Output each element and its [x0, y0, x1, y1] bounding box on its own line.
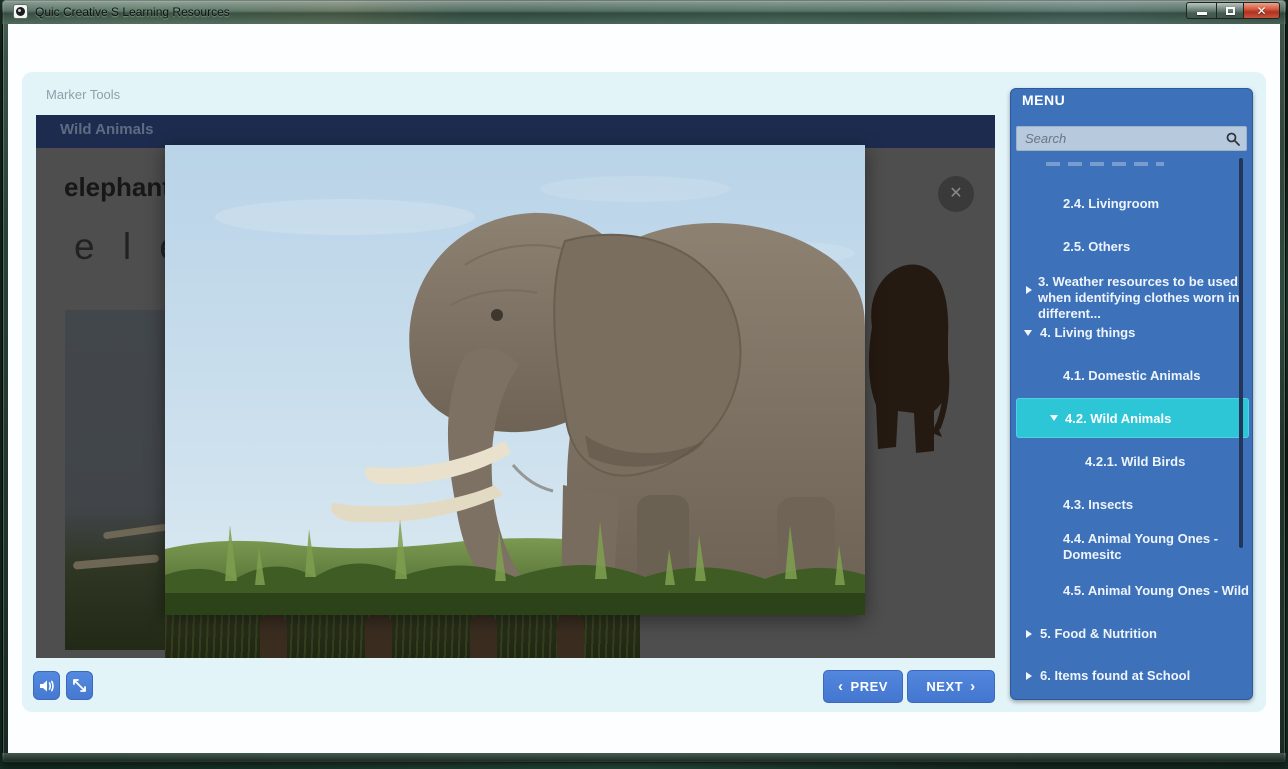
fullscreen-button[interactable]: [66, 671, 93, 700]
minimize-icon: [1197, 12, 1207, 15]
menu-item-livingroom[interactable]: 2.4. Livingroom: [1063, 196, 1159, 212]
menu-panel: [1010, 88, 1253, 700]
maximize-icon: [1226, 7, 1235, 15]
search-input[interactable]: [1023, 130, 1226, 147]
menu-item-others[interactable]: 2.5. Others: [1063, 239, 1130, 255]
menu-item-wild-birds[interactable]: 4.2.1. Wild Birds: [1085, 454, 1185, 470]
chevron-down-icon: [1024, 330, 1032, 336]
menu-scrollbar-thumb[interactable]: [1239, 158, 1243, 548]
prev-button[interactable]: ‹ PREV: [823, 670, 903, 703]
content-header-title: Wild Animals: [60, 121, 154, 138]
window-title: Quic Creative S Learning Resources: [35, 5, 230, 19]
elephant-photo-modal: [165, 145, 865, 615]
elephant-leg-shape: [365, 615, 392, 658]
marker-tools-label: Marker Tools: [46, 87, 120, 102]
tusk-shape: [103, 524, 167, 540]
content-header: [36, 115, 995, 148]
tusk-shape: [73, 554, 159, 569]
menu-item-partial[interactable]: [1046, 162, 1164, 166]
menu-item-insects[interactable]: 4.3. Insects: [1063, 497, 1133, 513]
close-icon: ✕: [949, 186, 962, 202]
window-titlebar[interactable]: Quic Creative S Learning Resources ✕: [2, 0, 1286, 24]
speaker-icon: [39, 679, 55, 693]
menu-item-living-things[interactable]: 4. Living things: [1040, 325, 1135, 341]
chevron-right-icon: [1026, 630, 1032, 638]
menu-item-items-school[interactable]: 6. Items found at School: [1040, 668, 1190, 684]
search-box[interactable]: [1016, 126, 1247, 151]
maximize-button[interactable]: [1216, 2, 1244, 19]
elephant-leg-shape: [260, 615, 287, 658]
close-window-button[interactable]: ✕: [1244, 2, 1280, 19]
app-icon: [13, 4, 28, 19]
menu-title: MENU: [1022, 92, 1065, 108]
menu-item-young-ones-wild[interactable]: 4.5. Animal Young Ones - Wild: [1063, 583, 1249, 599]
menu-item-domestic-animals[interactable]: 4.1. Domestic Animals: [1063, 368, 1201, 384]
menu-item-food-nutrition[interactable]: 5. Food & Nutrition: [1040, 626, 1157, 642]
window-bottom-border: [2, 753, 1286, 763]
modal-close-button[interactable]: ✕: [938, 176, 974, 212]
menu-item-young-ones-domestic[interactable]: 4.4. Animal Young Ones - Domesitc: [1063, 531, 1241, 563]
window-controls: ✕: [1186, 2, 1280, 19]
next-label: NEXT: [926, 679, 963, 694]
audio-button[interactable]: [33, 671, 60, 700]
next-button[interactable]: NEXT ›: [907, 670, 995, 703]
elephant-leg-shape: [557, 615, 584, 658]
minimize-button[interactable]: [1186, 2, 1216, 19]
menu-item-wild-animals-selected[interactable]: 4.2. Wild Animals: [1016, 398, 1249, 438]
chevron-left-icon: ‹: [838, 678, 844, 695]
close-window-icon: ✕: [1256, 5, 1266, 17]
desktop: Quic Creative S Learning Resources ✕ Mar…: [0, 0, 1288, 769]
chevron-right-icon: [1026, 672, 1032, 680]
menu-item-weather[interactable]: 3. Weather resources to be used when ide…: [1038, 274, 1246, 322]
elephant-leg-shape: [470, 615, 497, 658]
chevron-right-icon: ›: [970, 678, 976, 695]
chevron-right-icon: [1026, 286, 1032, 294]
underlay-photo-left-strip: [65, 310, 165, 650]
word-title: elephant: [64, 172, 171, 203]
search-icon: [1226, 132, 1240, 146]
prev-label: PREV: [851, 679, 888, 694]
elephant-rear-image-dimmed: [858, 253, 950, 461]
chevron-down-icon: [1050, 415, 1058, 421]
elephant-photo: [165, 145, 865, 615]
underlay-photo-bottom-strip: [165, 615, 640, 658]
expand-icon: [72, 678, 87, 693]
